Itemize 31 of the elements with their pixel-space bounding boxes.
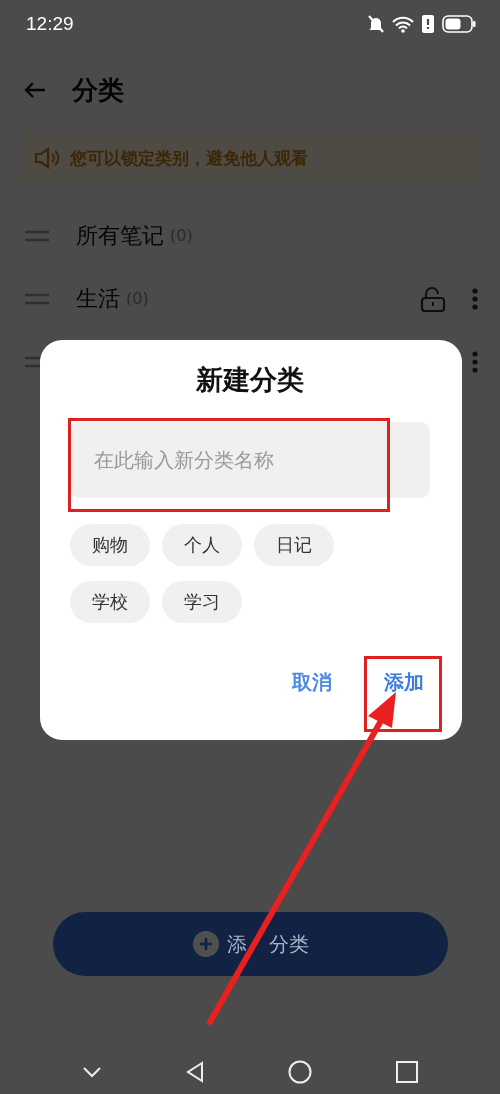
alert-icon [422,15,434,33]
battery-icon [442,15,476,33]
more-icon[interactable] [472,287,478,310]
suggestion-chip[interactable]: 日记 [254,524,334,566]
notice-text: 您可以锁定类别，避免他人观看 [70,146,308,170]
dialog-button[interactable]: 添加 [378,663,430,702]
suggestion-chip[interactable]: 个人 [162,524,242,566]
home-icon[interactable] [288,1060,312,1084]
back-arrow-icon[interactable] [24,81,46,99]
back-icon[interactable] [186,1061,204,1083]
add-category-button[interactable]: 添 分类 [53,912,448,976]
drag-handle-icon[interactable] [24,292,50,305]
status-time: 12:29 [26,13,74,35]
speaker-icon [34,147,60,169]
category-name-field[interactable]: 在此输入新分类名称 [70,422,430,498]
suggestion-chip[interactable]: 学校 [70,581,150,623]
wifi-icon [392,15,414,33]
button-label: 分类 [268,930,309,958]
chevron-down-icon[interactable] [82,1066,102,1078]
suggestion-chip[interactable]: 学习 [162,581,242,623]
plus-circle-icon [192,931,219,957]
button-label: 添 [226,930,247,958]
recents-icon[interactable] [396,1061,418,1083]
bell-muted-icon [368,15,384,33]
lock-icon[interactable] [420,285,446,312]
suggestion-chip[interactable]: 购物 [70,524,150,566]
drag-handle-icon[interactable] [24,229,50,242]
more-icon[interactable] [472,350,478,373]
page-title: 分类 [72,73,124,107]
dialog-button[interactable]: 取消 [286,663,338,702]
dialog-title: 新建分类 [196,363,304,397]
